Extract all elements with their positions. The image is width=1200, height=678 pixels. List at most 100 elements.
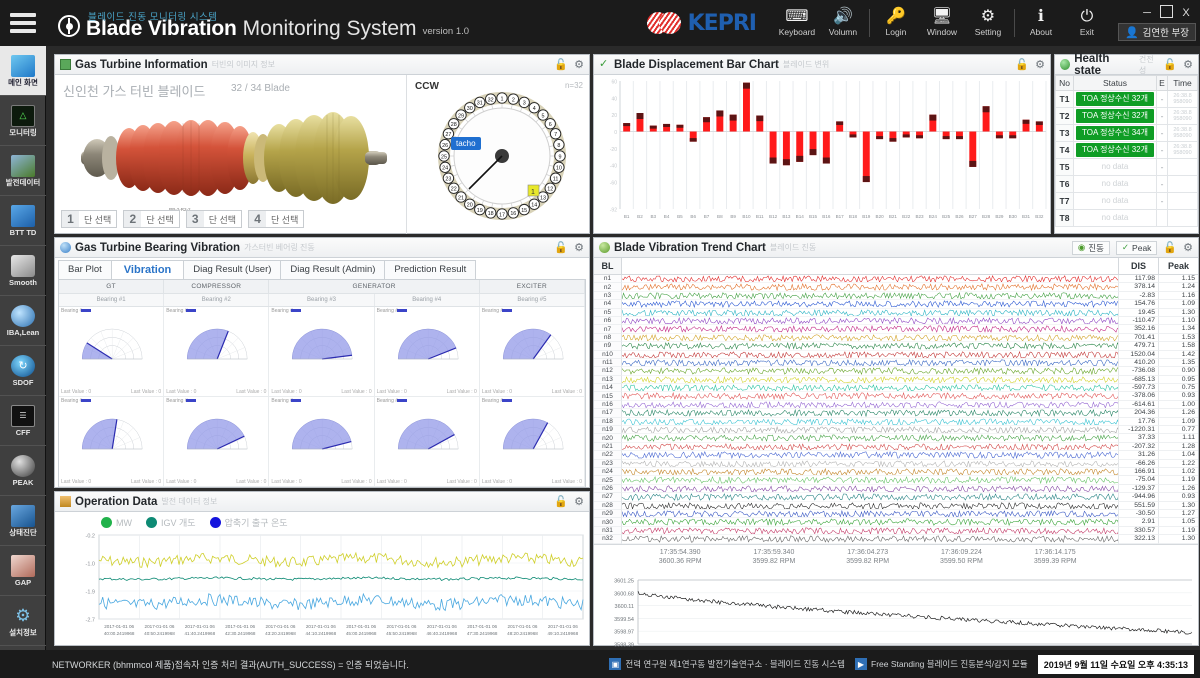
toolbar-exit-button[interactable]: ⏻ Exit	[1064, 1, 1110, 45]
polar-plot-cell[interactable]: Bearing # Last Value : 0 Last Value : 0	[269, 307, 375, 397]
maximize-button[interactable]	[1160, 5, 1173, 18]
trend-row[interactable]: n13 -685.13 0.95	[594, 375, 1198, 385]
trend-row[interactable]: n9 479.71 1.58	[594, 342, 1198, 351]
stage-select-4[interactable]: 4 단 선택	[248, 210, 305, 228]
trend-row[interactable]: n1 117.98 1.15	[594, 275, 1198, 284]
sidebar-item-iba-lean[interactable]: IBA,Lean	[0, 296, 46, 346]
table-row[interactable]: T2 TOA 정상수신 32개 -26:38.8 958090	[1055, 107, 1198, 125]
table-row[interactable]: T3 TOA 정상수신 34개 -26:38.8 958090	[1055, 124, 1198, 142]
gear-icon[interactable]: ⚙	[1035, 58, 1045, 71]
trend-row[interactable]: n18 17.76 1.09	[594, 417, 1198, 427]
table-row[interactable]: T7 no data -	[1055, 192, 1198, 210]
lock-icon[interactable]: 🔓	[1163, 58, 1177, 71]
tab-diag-result-admin[interactable]: Diag Result (Admin)	[280, 260, 386, 279]
trend-row[interactable]: n4 154.76 1.09	[594, 300, 1198, 309]
tab-diag-result-user[interactable]: Diag Result (User)	[183, 260, 282, 279]
stage-select-2[interactable]: 2 단 선택	[123, 210, 180, 228]
trend-row[interactable]: n17 204.36 1.26	[594, 409, 1198, 418]
lock-icon[interactable]: 🔓	[554, 241, 568, 254]
toolbar-setting-button[interactable]: ⚙ Setting	[965, 1, 1011, 45]
trend-row[interactable]: n27 -944.96 0.93	[594, 493, 1198, 502]
sidebar-item-power-data[interactable]: 발전데이터	[0, 146, 46, 196]
table-row[interactable]: T6 no data -	[1055, 175, 1198, 193]
trend-row[interactable]: n16 -614.61 1.00	[594, 400, 1198, 410]
sidebar-item-diagnosis[interactable]: 상태진단	[0, 496, 46, 546]
bar-chart-plot[interactable]: 60 40 20 0 -20 -40 -60 -92 B1 B2 B3 B4 B5 B6 B7 B8 B9 B10…	[594, 75, 1050, 233]
sidebar-item-gap[interactable]: GAP	[0, 546, 46, 596]
trend-row[interactable]: n15 -378.06 0.93	[594, 392, 1198, 401]
toolbar-about-button[interactable]: ℹ About	[1018, 1, 1064, 45]
operation-data-plot[interactable]: -0.2 -1.0 -1.9 -2.7 2017-01-01 06 40:00.24199…	[55, 531, 589, 645]
table-row[interactable]: T5 no data -	[1055, 158, 1198, 176]
polar-plot-cell[interactable]: Bearing # Last Value : 0 Last Value : 0	[59, 397, 165, 487]
gear-icon[interactable]: ⚙	[1183, 241, 1193, 254]
toolbar-volume-button[interactable]: 🔊 Volumn	[820, 1, 866, 45]
polar-plot-cell[interactable]: Bearing # Last Value : 0 Last Value : 0	[269, 397, 375, 487]
trend-row[interactable]: n29 -30.50 1.27	[594, 509, 1198, 519]
lock-icon[interactable]: 🔓	[554, 495, 568, 508]
polar-plot-cell[interactable]: Bearing # Last Value : 0 Last Value : 0	[374, 307, 480, 397]
trend-row[interactable]: n19 -1220.31 0.77	[594, 426, 1198, 435]
trend-row[interactable]: n21 -207.32 1.28	[594, 442, 1198, 452]
toolbar-keyboard-button[interactable]: ⌨ Keyboard	[774, 1, 820, 45]
trend-row[interactable]: n23 -66.26 1.22	[594, 459, 1198, 468]
blade-wheel-diagram[interactable]: 1 234567891011121314151617181920212223242…	[427, 81, 577, 231]
trend-row[interactable]: n28 551.59 1.30	[594, 501, 1198, 510]
sidebar-item-peak[interactable]: PEAK	[0, 446, 46, 496]
trend-row[interactable]: n30 2.91 1.05	[594, 518, 1198, 527]
tab-prediction-result[interactable]: Prediction Result	[384, 260, 477, 279]
close-button[interactable]: X	[1176, 5, 1196, 21]
trend-row[interactable]: n8 701.41 1.53	[594, 333, 1198, 343]
vibration-toggle-button[interactable]: ◉ 진동	[1071, 240, 1110, 255]
tab-bar-plot[interactable]: Bar Plot	[58, 260, 112, 279]
trend-row[interactable]: n31 330.57 1.19	[594, 526, 1198, 536]
sidebar-item-main[interactable]: 메인 화면	[0, 46, 46, 96]
trend-row[interactable]: n6 -110.47 1.10	[594, 316, 1198, 326]
table-row[interactable]: T4 TOA 정상수신 32개 -26:38.8 958090	[1055, 141, 1198, 159]
toolbar-login-button[interactable]: 🔑 Login	[873, 1, 919, 45]
trend-row[interactable]: n25 -75.04 1.19	[594, 476, 1198, 485]
trend-row[interactable]: n11 410.20 1.35	[594, 358, 1198, 368]
polar-plot-cell[interactable]: Bearing # Last Value : 0 Last Value : 0	[479, 307, 586, 397]
stage-select-1[interactable]: 1 단 선택	[61, 210, 118, 228]
menu-hamburger-icon[interactable]	[0, 0, 46, 46]
polar-plot-cell[interactable]: Bearing # Last Value : 0 Last Value : 0	[59, 307, 165, 397]
trend-row[interactable]: n14 -597.73 0.75	[594, 384, 1198, 393]
gear-icon[interactable]: ⚙	[1183, 58, 1193, 71]
trend-row[interactable]: n10 1520.04 1.42	[594, 350, 1198, 359]
user-chip[interactable]: 👤 김연한 부장	[1117, 23, 1196, 41]
tab-vibration[interactable]: Vibration	[110, 260, 185, 279]
trend-row[interactable]: n32 322.13 1.30	[594, 535, 1198, 544]
lock-icon[interactable]: 🔓	[554, 58, 568, 71]
polar-plot-cell[interactable]: Bearing # Last Value : 0 Last Value : 0	[479, 397, 586, 487]
lock-icon[interactable]: 🔓	[1163, 241, 1177, 254]
sidebar-item-monitoring[interactable]: △ 모니터링	[0, 96, 46, 146]
toolbar-window-button[interactable]: 🖥 Window	[919, 1, 965, 45]
trend-row[interactable]: n2 378.14 1.24	[594, 283, 1198, 292]
gear-icon[interactable]: ⚙	[574, 495, 584, 508]
table-row[interactable]: T8 no data	[1055, 209, 1198, 227]
trend-row[interactable]: n24 166.91 1.02	[594, 467, 1198, 477]
sidebar-item-install-info[interactable]: ⚙ 설치정보	[0, 596, 46, 646]
sidebar-item-btt-td[interactable]: BTT TD	[0, 196, 46, 246]
table-row[interactable]: T1 TOA 정상수신 32개 -26:38.8 958090	[1055, 90, 1198, 108]
stage-select-3[interactable]: 3 단 선택	[185, 210, 243, 228]
lock-icon[interactable]: 🔓	[1015, 58, 1029, 71]
sidebar-item-smooth[interactable]: Smooth	[0, 246, 46, 296]
polar-plot-cell[interactable]: Bearing # Last Value : 0 Last Value : 0	[164, 397, 270, 487]
sidebar-item-sdof[interactable]: ↻ SDOF	[0, 346, 46, 396]
trend-row[interactable]: n3 -2.83 1.16	[594, 291, 1198, 301]
polar-plot-cell[interactable]: Bearing # Last Value : 0 Last Value : 0	[164, 307, 270, 397]
minimize-button[interactable]: ─	[1137, 5, 1157, 21]
trend-row[interactable]: n12 -736.08 0.90	[594, 367, 1198, 376]
trend-row[interactable]: n20 37.33 1.11	[594, 434, 1198, 443]
trend-row[interactable]: n7 352.16 1.34	[594, 325, 1198, 334]
peak-toggle-button[interactable]: ✓ Peak	[1115, 240, 1158, 255]
trend-row[interactable]: n5 19.45 1.30	[594, 308, 1198, 317]
trend-row[interactable]: n22 31.26 1.04	[594, 451, 1198, 460]
sidebar-item-cff[interactable]: ☰ CFF	[0, 396, 46, 446]
trend-row[interactable]: n26 -129.37 1.26	[594, 484, 1198, 494]
polar-plot-cell[interactable]: Bearing # Last Value : 0 Last Value : 0	[374, 397, 480, 487]
gear-icon[interactable]: ⚙	[574, 58, 584, 71]
gear-icon[interactable]: ⚙	[574, 241, 584, 254]
